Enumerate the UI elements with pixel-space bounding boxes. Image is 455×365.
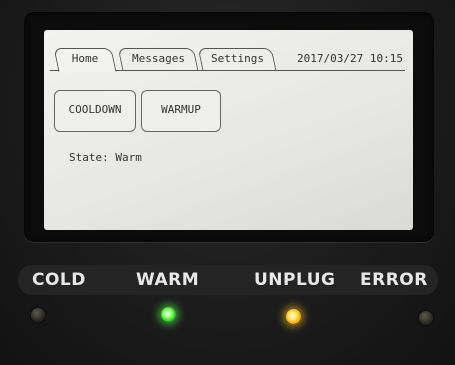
warmup-button[interactable]: WARMUP	[141, 90, 221, 132]
error-indicator-label: ERROR	[360, 270, 428, 290]
error-led-icon	[419, 311, 433, 325]
lcd-screen: Home Messages Settings 2017/03/27 10:15 …	[44, 30, 413, 230]
tab-messages[interactable]: Messages	[117, 48, 199, 70]
tab-home[interactable]: Home	[53, 48, 117, 72]
tab-bar: Home Messages Settings 2017/03/27 10:15	[50, 48, 405, 72]
warm-indicator-label: WARM	[136, 270, 200, 290]
unplug-indicator-label: UNPLUG	[254, 270, 336, 290]
tab-settings-label: Settings	[210, 52, 264, 65]
cooldown-button[interactable]: COOLDOWN	[54, 90, 136, 132]
state-text: State: Warm	[69, 151, 142, 164]
datetime-display: 2017/03/27 10:15	[297, 52, 403, 65]
tab-settings[interactable]: Settings	[197, 48, 277, 70]
cold-indicator-label: COLD	[32, 270, 86, 290]
cold-led-icon	[31, 308, 45, 322]
warm-led-icon	[161, 307, 176, 322]
tab-messages-label: Messages	[131, 52, 185, 65]
unplug-led-icon	[286, 309, 301, 324]
tab-home-label: Home	[71, 52, 99, 65]
